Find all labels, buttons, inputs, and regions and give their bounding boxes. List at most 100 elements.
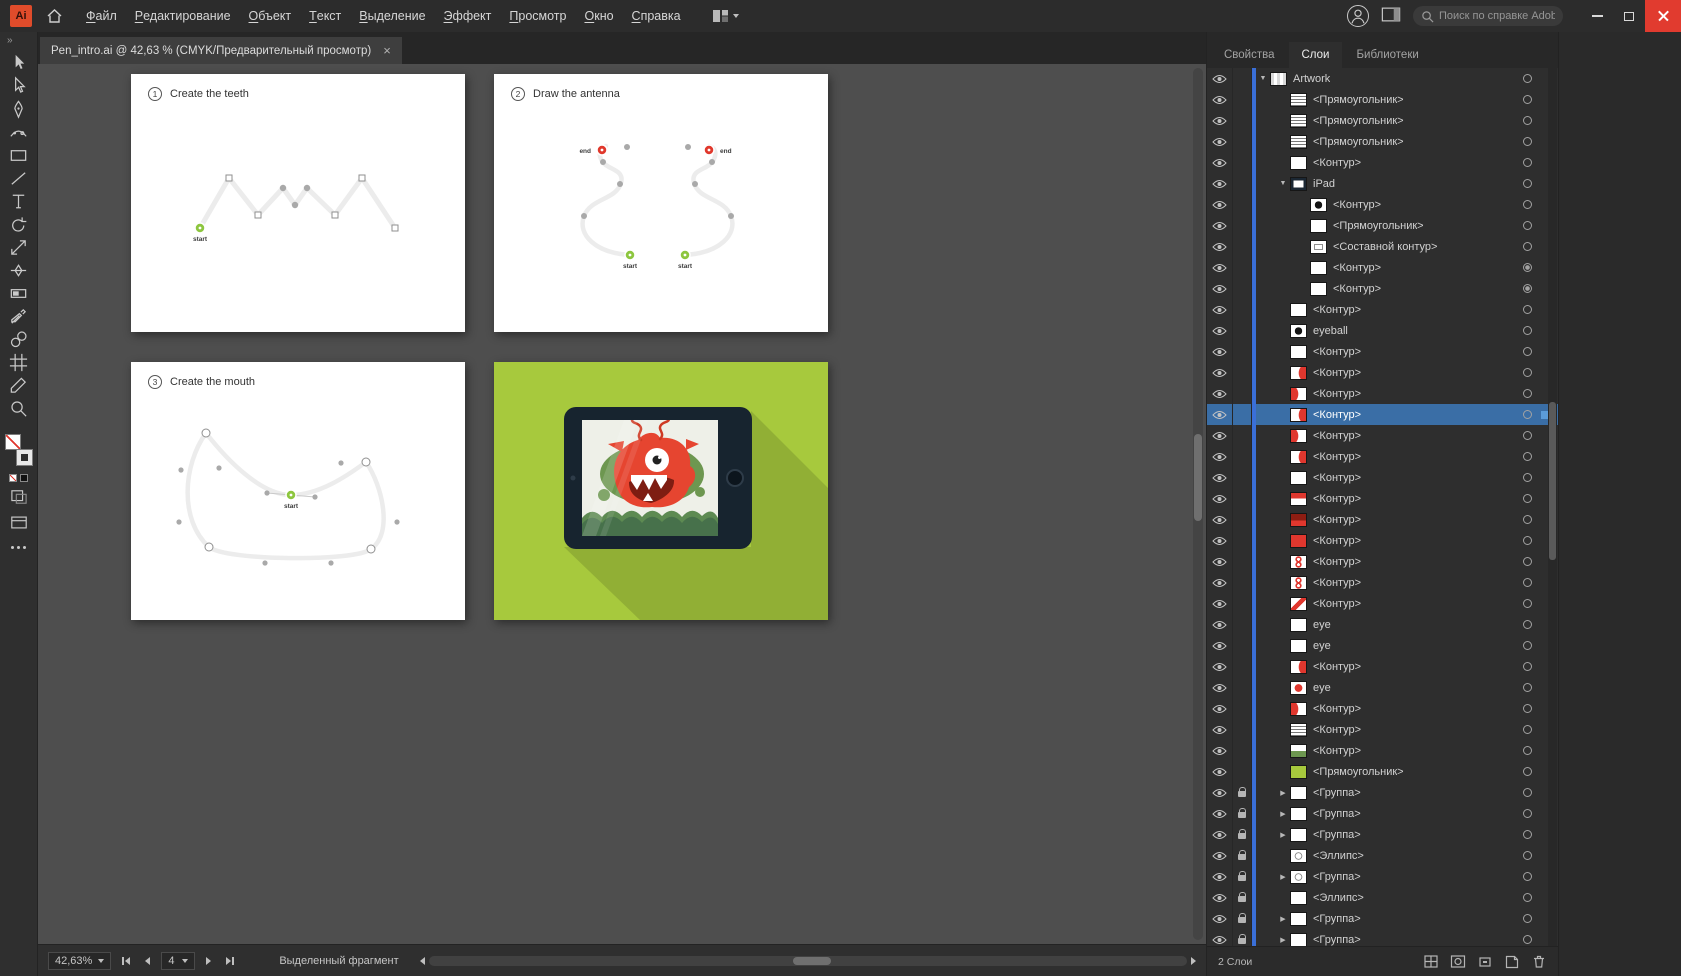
visibility-toggle[interactable] <box>1207 215 1233 236</box>
target-circle[interactable] <box>1523 347 1532 356</box>
layer-name[interactable]: <Составной контур> <box>1333 241 1437 253</box>
layer-thumbnail[interactable] <box>1310 261 1327 275</box>
fill-swatch[interactable] <box>5 434 21 450</box>
layer-name[interactable]: <Группа> <box>1313 934 1361 946</box>
layer-thumbnail[interactable] <box>1290 828 1307 842</box>
layer-name[interactable]: <Контур> <box>1313 556 1361 568</box>
chevron-right-icon[interactable]: ▶ <box>1276 915 1290 923</box>
layer-name[interactable]: <Контур> <box>1313 535 1361 547</box>
lock-cell[interactable] <box>1233 446 1252 467</box>
line-segment-tool[interactable] <box>4 167 34 190</box>
layer-row[interactable]: <Контур> <box>1207 152 1558 173</box>
scroll-left-icon[interactable] <box>420 957 425 965</box>
target-circle[interactable] <box>1523 914 1532 923</box>
target-circle[interactable] <box>1523 746 1532 755</box>
eyedropper-tool[interactable] <box>4 305 34 328</box>
layer-row[interactable]: <Контур> <box>1207 572 1558 593</box>
lock-cell[interactable] <box>1233 194 1252 215</box>
layer-row[interactable]: <Эллипс> <box>1207 887 1558 908</box>
layer-name[interactable]: <Контур> <box>1313 703 1361 715</box>
visibility-toggle[interactable] <box>1207 887 1233 908</box>
zoom-tool[interactable] <box>4 397 34 420</box>
chevron-right-icon[interactable]: ▶ <box>1276 810 1290 818</box>
target-circle[interactable] <box>1523 515 1532 524</box>
lock-cell[interactable] <box>1233 383 1252 404</box>
visibility-toggle[interactable] <box>1207 551 1233 572</box>
target-circle[interactable] <box>1523 410 1532 419</box>
layer-thumbnail[interactable] <box>1290 135 1307 149</box>
layer-row[interactable]: ▼iPad <box>1207 173 1558 194</box>
layer-name[interactable]: <Группа> <box>1313 829 1361 841</box>
visibility-toggle[interactable] <box>1207 782 1233 803</box>
layer-name[interactable]: <Эллипс> <box>1313 850 1364 862</box>
screen-mode-button[interactable] <box>4 512 34 532</box>
lock-cell[interactable] <box>1233 425 1252 446</box>
layer-name[interactable]: <Контур> <box>1313 367 1361 379</box>
scrollbar-thumb[interactable] <box>1549 402 1556 560</box>
menu-edit[interactable]: Редактирование <box>126 0 240 32</box>
layer-row[interactable]: <Контур> <box>1207 404 1558 425</box>
target-circle[interactable] <box>1523 263 1532 272</box>
target-circle[interactable] <box>1523 242 1532 251</box>
layer-name[interactable]: <Контур> <box>1333 199 1381 211</box>
home-button[interactable] <box>41 0 67 32</box>
layer-name[interactable]: <Контур> <box>1313 409 1361 421</box>
layer-thumbnail[interactable] <box>1290 429 1307 443</box>
layer-name[interactable]: <Эллипс> <box>1313 892 1364 904</box>
layer-thumbnail[interactable] <box>1290 366 1307 380</box>
lock-cell[interactable] <box>1233 278 1252 299</box>
layer-row[interactable]: <Контур> <box>1207 383 1558 404</box>
layer-thumbnail[interactable] <box>1290 576 1307 590</box>
target-circle[interactable] <box>1523 767 1532 776</box>
lock-cell[interactable] <box>1233 110 1252 131</box>
layer-row[interactable]: <Контур> <box>1207 425 1558 446</box>
layer-row[interactable]: <Контур> <box>1207 488 1558 509</box>
search-input[interactable] <box>1439 10 1555 22</box>
target-circle[interactable] <box>1523 389 1532 398</box>
lock-toggle[interactable] <box>1233 782 1252 803</box>
lock-cell[interactable] <box>1233 635 1252 656</box>
lock-toggle[interactable] <box>1233 866 1252 887</box>
lock-cell[interactable] <box>1233 467 1252 488</box>
horizontal-scrollbar[interactable] <box>420 956 1196 966</box>
artboard-1[interactable]: 1 Create the teeth start <box>131 74 465 332</box>
lock-toggle[interactable] <box>1233 929 1252 946</box>
layer-thumbnail[interactable] <box>1290 114 1307 128</box>
visibility-toggle[interactable] <box>1207 194 1233 215</box>
target-circle[interactable] <box>1523 284 1532 293</box>
target-circle[interactable] <box>1523 200 1532 209</box>
layer-thumbnail[interactable] <box>1290 744 1307 758</box>
layer-name[interactable]: <Контур> <box>1313 451 1361 463</box>
layer-row[interactable]: <Контур> <box>1207 299 1558 320</box>
zoom-control[interactable]: 42,63% <box>48 952 111 970</box>
menu-file[interactable]: Файл <box>77 0 126 32</box>
canvas-vertical-scrollbar[interactable] <box>1193 68 1203 940</box>
canvas[interactable]: 1 Create the teeth start <box>38 64 1206 944</box>
visibility-toggle[interactable] <box>1207 929 1233 946</box>
lock-toggle[interactable] <box>1233 803 1252 824</box>
direct-selection-tool[interactable] <box>4 75 34 98</box>
lock-cell[interactable] <box>1233 362 1252 383</box>
last-artboard-button[interactable] <box>222 957 238 965</box>
chevron-down-icon[interactable]: ▼ <box>1256 75 1270 82</box>
menu-object[interactable]: Объект <box>240 0 301 32</box>
gradient-tool[interactable] <box>4 282 34 305</box>
visibility-toggle[interactable] <box>1207 68 1233 89</box>
visibility-toggle[interactable] <box>1207 698 1233 719</box>
layer-row[interactable]: ▶<Группа> <box>1207 929 1558 946</box>
lock-cell[interactable] <box>1233 215 1252 236</box>
artboard-3[interactable]: 3 Create the mouth start <box>131 362 465 620</box>
panel-tab-properties[interactable]: Свойства <box>1211 42 1288 68</box>
visibility-toggle[interactable] <box>1207 110 1233 131</box>
lock-cell[interactable] <box>1233 761 1252 782</box>
layer-name[interactable]: <Контур> <box>1313 514 1361 526</box>
layer-thumbnail[interactable] <box>1290 555 1307 569</box>
layer-row[interactable]: <Контур> <box>1207 278 1558 299</box>
layer-row[interactable]: <Прямоугольник> <box>1207 761 1558 782</box>
pen-tool[interactable] <box>4 98 34 121</box>
target-circle[interactable] <box>1523 872 1532 881</box>
visibility-toggle[interactable] <box>1207 614 1233 635</box>
lock-cell[interactable] <box>1233 173 1252 194</box>
visibility-toggle[interactable] <box>1207 530 1233 551</box>
layer-row[interactable]: ▶<Группа> <box>1207 782 1558 803</box>
